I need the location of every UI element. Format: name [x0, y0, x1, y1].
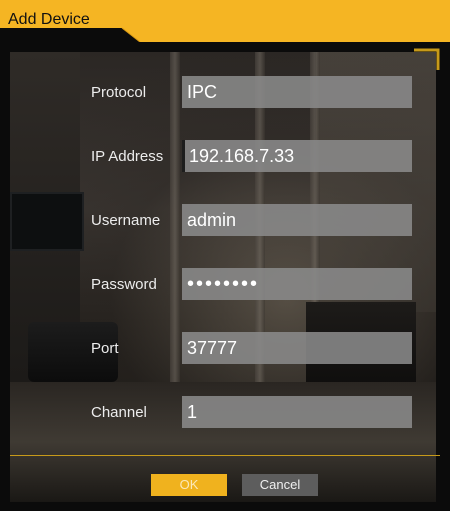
dialog-title: Add Device	[8, 11, 90, 28]
protocol-label: Protocol	[91, 84, 147, 101]
ip-address-row: IP Address 192.168.7.33	[0, 140, 450, 172]
footer-divider	[10, 455, 440, 456]
protocol-row: Protocol IPC	[0, 76, 450, 108]
protocol-select[interactable]: IPC	[182, 76, 412, 108]
corner-decoration-icon	[414, 48, 440, 70]
username-label: Username	[91, 212, 161, 229]
channel-input[interactable]: 1	[182, 396, 412, 428]
port-input[interactable]: 37777	[182, 332, 412, 364]
ip-address-input[interactable]: 192.168.7.33	[182, 140, 412, 172]
ip-address-label: IP Address	[91, 148, 164, 165]
username-row: Username admin	[0, 204, 450, 236]
title-bar: Add Device	[0, 0, 450, 42]
channel-row: Channel 1	[0, 396, 450, 428]
add-device-dialog: Add Device Protocol IPC IP Address 192.1…	[0, 0, 450, 511]
port-label: Port	[91, 340, 119, 357]
port-row: Port 37777	[0, 332, 450, 364]
password-input[interactable]: ••••••••	[182, 268, 412, 300]
channel-label: Channel	[91, 404, 147, 421]
cancel-button[interactable]: Cancel	[242, 474, 318, 496]
username-input[interactable]: admin	[182, 204, 412, 236]
ok-button[interactable]: OK	[151, 474, 227, 496]
password-label: Password	[91, 276, 157, 293]
password-row: Password ••••••••	[0, 268, 450, 300]
